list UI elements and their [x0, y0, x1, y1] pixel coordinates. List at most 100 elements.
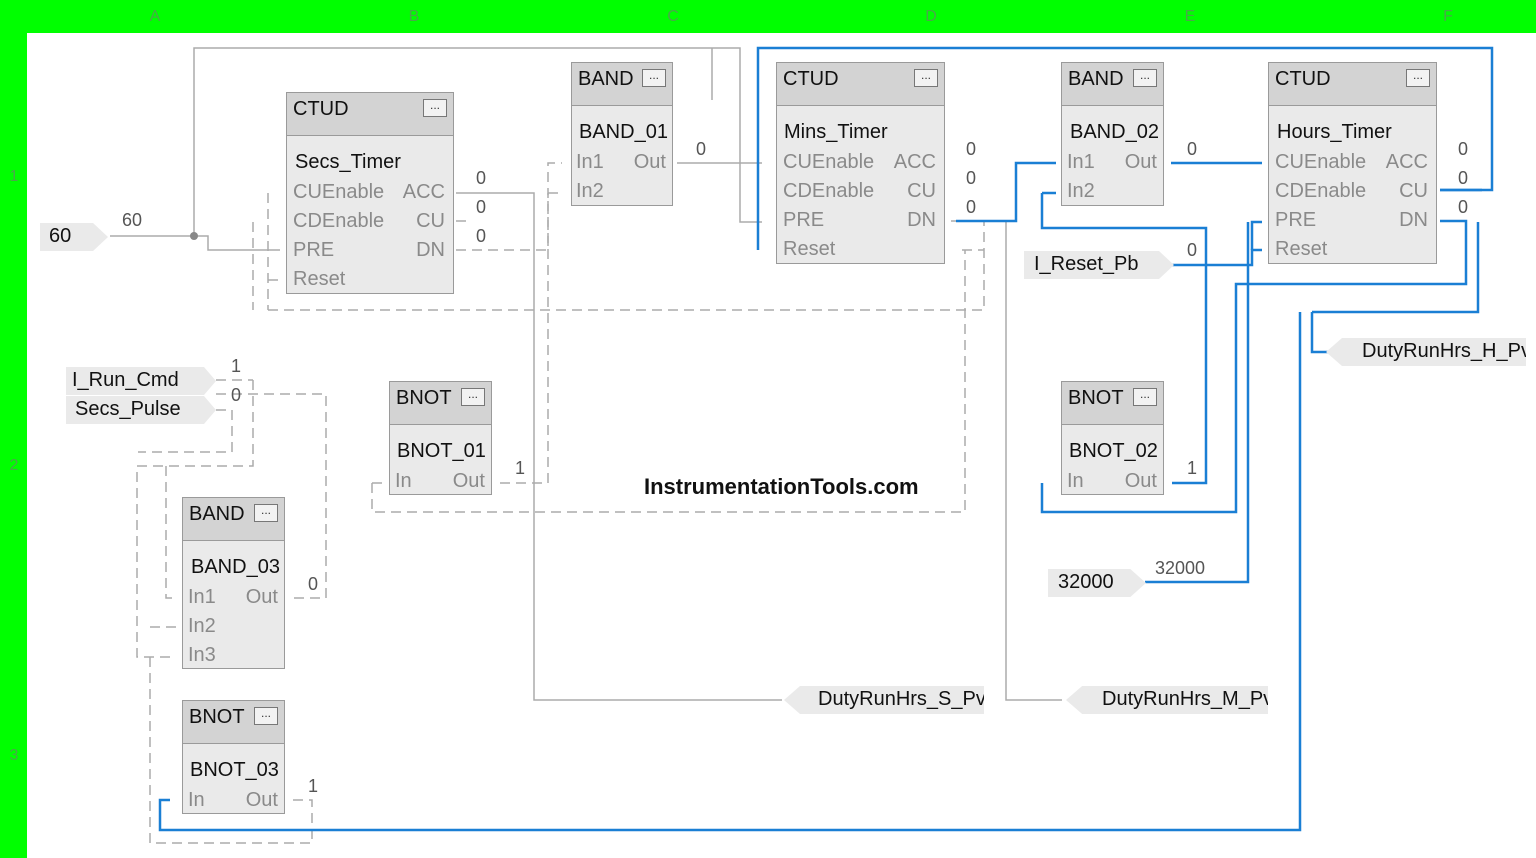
pin-cu[interactable]: CU — [907, 180, 936, 203]
value-hours-acc: 0 — [1458, 139, 1469, 159]
block-type-label: BAND — [1068, 68, 1124, 90]
output-ref-label: DutyRunHrs_S_Pv — [818, 688, 986, 710]
input-ref-i-reset-pb[interactable]: I_Reset_Pb — [1024, 251, 1174, 279]
block-properties-button[interactable]: ... — [254, 504, 278, 522]
value-secs-pulse: 0 — [231, 385, 242, 405]
pin-in3[interactable]: In3 — [188, 644, 216, 667]
block-type-label: CTUD — [783, 68, 839, 90]
pin-out[interactable]: Out — [453, 470, 485, 493]
pin-out[interactable]: Out — [1125, 470, 1157, 493]
input-ref-i-run-cmd[interactable]: I_Run_Cmd — [66, 367, 216, 395]
input-ref-label: I_Run_Cmd — [72, 369, 179, 391]
value-bnot02-out: 1 — [1187, 458, 1198, 478]
value-input-32000: 32000 — [1155, 558, 1206, 578]
block-properties-button[interactable]: ... — [914, 69, 938, 87]
pin-pre[interactable]: PRE — [293, 239, 334, 262]
input-ref-secs-pulse[interactable]: Secs_Pulse — [66, 396, 216, 424]
pin-in2[interactable]: In2 — [1067, 180, 1095, 203]
value-bnot03-out: 1 — [308, 776, 319, 796]
pin-cuenable[interactable]: CUEnable — [783, 151, 874, 174]
input-ref-32000[interactable]: 32000 — [1048, 569, 1146, 597]
block-type-label: BAND — [578, 68, 634, 90]
pin-in[interactable]: In — [188, 789, 205, 812]
block-type-label: BNOT — [189, 706, 245, 728]
value-mins-cu: 0 — [966, 168, 977, 188]
block-name-label: Mins_Timer — [784, 121, 888, 143]
block-type-label: BNOT — [396, 387, 452, 409]
band-block-band-02[interactable]: BAND ... BAND_02 In1 In2 Out — [1061, 62, 1164, 206]
pin-reset[interactable]: Reset — [783, 238, 835, 261]
pin-pre[interactable]: PRE — [1275, 209, 1316, 232]
band-block-band-03[interactable]: BAND ... BAND_03 In1 In2 In3 Out — [182, 497, 285, 669]
block-properties-button[interactable]: ... — [1133, 69, 1157, 87]
pin-cdenable[interactable]: CDEnable — [293, 210, 384, 233]
bnot-block-bnot-01[interactable]: BNOT ... BNOT_01 In Out — [389, 381, 492, 495]
block-properties-button[interactable]: ... — [423, 99, 447, 117]
pin-in1[interactable]: In1 — [188, 586, 216, 609]
value-band02-out: 0 — [1187, 139, 1198, 159]
block-properties-button[interactable]: ... — [1133, 388, 1157, 406]
block-properties-button[interactable]: ... — [461, 388, 485, 406]
block-name-label: BNOT_03 — [190, 759, 279, 781]
pin-dn[interactable]: DN — [416, 239, 445, 262]
pin-cuenable[interactable]: CUEnable — [293, 181, 384, 204]
band-block-band-01[interactable]: BAND ... BAND_01 In1 In2 Out — [571, 62, 673, 206]
pin-out[interactable]: Out — [246, 586, 278, 609]
input-ref-label: 32000 — [1058, 571, 1114, 593]
output-ref-dutyrunhrs-h-pv[interactable]: DutyRunHrs_H_Pv — [1326, 338, 1526, 366]
value-band01-out: 0 — [696, 139, 707, 159]
pin-reset[interactable]: Reset — [1275, 238, 1327, 261]
pin-cdenable[interactable]: CDEnable — [1275, 180, 1366, 203]
pin-pre[interactable]: PRE — [783, 209, 824, 232]
pin-cu[interactable]: CU — [416, 210, 445, 233]
bnot-block-bnot-02[interactable]: BNOT ... BNOT_02 In Out — [1061, 381, 1164, 495]
value-secs-acc: 0 — [476, 168, 487, 188]
value-mins-dn: 0 — [966, 197, 977, 217]
block-properties-button[interactable]: ... — [254, 707, 278, 725]
input-ref-label: 60 — [49, 225, 72, 247]
input-ref-label: I_Reset_Pb — [1034, 253, 1139, 275]
output-ref-dutyrunhrs-s-pv[interactable]: DutyRunHrs_S_Pv — [784, 686, 984, 714]
value-i-run-cmd: 1 — [231, 356, 242, 376]
ctud-block-mins-timer[interactable]: CTUD ... Mins_Timer CUEnable CDEnable PR… — [776, 62, 945, 264]
pin-out[interactable]: Out — [634, 151, 666, 174]
pin-dn[interactable]: DN — [907, 209, 936, 232]
block-type-label: BAND — [189, 503, 245, 525]
input-ref-label: Secs_Pulse — [75, 398, 181, 420]
pin-dn[interactable]: DN — [1399, 209, 1428, 232]
pin-out[interactable]: Out — [1125, 151, 1157, 174]
watermark-text: InstrumentationTools.com — [644, 474, 919, 499]
value-hours-cu: 0 — [1458, 168, 1469, 188]
pin-in2[interactable]: In2 — [188, 615, 216, 638]
pin-cu[interactable]: CU — [1399, 180, 1428, 203]
pin-reset[interactable]: Reset — [293, 268, 345, 291]
pin-acc[interactable]: ACC — [403, 181, 445, 204]
block-name-label: BAND_03 — [191, 556, 280, 578]
pin-cuenable[interactable]: CUEnable — [1275, 151, 1366, 174]
ctud-block-secs-timer[interactable]: CTUD ... Secs_Timer CUEnable CDEnable PR… — [286, 92, 454, 294]
output-ref-dutyrunhrs-m-pv[interactable]: DutyRunHrs_M_Pv — [1066, 686, 1268, 714]
pin-acc[interactable]: ACC — [894, 151, 936, 174]
pin-cdenable[interactable]: CDEnable — [783, 180, 874, 203]
pin-in1[interactable]: In1 — [576, 151, 604, 174]
pin-acc[interactable]: ACC — [1386, 151, 1428, 174]
output-ref-label: DutyRunHrs_M_Pv — [1102, 688, 1274, 710]
bnot-block-bnot-03[interactable]: BNOT ... BNOT_03 In Out — [182, 700, 285, 814]
value-i-reset-pb: 0 — [1187, 240, 1198, 260]
block-name-label: BAND_01 — [579, 121, 668, 143]
output-ref-label: DutyRunHrs_H_Pv — [1362, 340, 1531, 362]
block-name-label: BAND_02 — [1070, 121, 1159, 143]
block-type-label: BNOT — [1068, 387, 1124, 409]
pin-in[interactable]: In — [1067, 470, 1084, 493]
pin-in1[interactable]: In1 — [1067, 151, 1095, 174]
pin-out[interactable]: Out — [246, 789, 278, 812]
pin-in[interactable]: In — [395, 470, 412, 493]
ctud-block-hours-timer[interactable]: CTUD ... Hours_Timer CUEnable CDEnable P… — [1268, 62, 1437, 264]
block-properties-button[interactable]: ... — [642, 69, 666, 87]
block-name-label: Hours_Timer — [1277, 121, 1392, 143]
value-secs-dn: 0 — [476, 226, 487, 246]
block-properties-button[interactable]: ... — [1406, 69, 1430, 87]
pin-in2[interactable]: In2 — [576, 180, 604, 203]
block-name-label: BNOT_01 — [397, 440, 486, 462]
block-name-label: BNOT_02 — [1069, 440, 1158, 462]
